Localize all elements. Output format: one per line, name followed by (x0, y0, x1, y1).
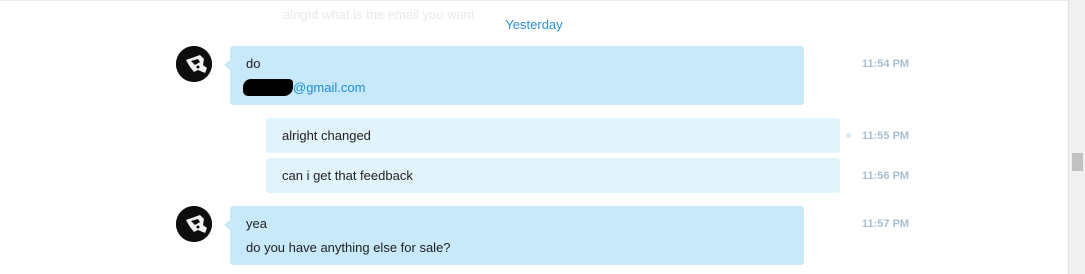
avatar[interactable] (176, 206, 212, 242)
vertical-scrollbar[interactable] (1068, 0, 1085, 274)
message-timestamp: 11:55 PM (862, 130, 910, 142)
avatar-icon (176, 46, 212, 82)
message-text: alright changed (282, 128, 371, 143)
sent-status-icon (846, 133, 851, 138)
message-bubble[interactable]: yea do you have anything else for sale? (224, 206, 804, 265)
message-bubble[interactable]: can i get that feedback (266, 158, 840, 193)
scrollbar-thumb[interactable] (1072, 153, 1083, 171)
message-bubble[interactable]: alright changed (266, 118, 840, 153)
email-link[interactable]: @gmail.com (293, 80, 365, 95)
message-text: yea (246, 216, 267, 231)
avatar-icon (176, 206, 212, 242)
message-text: do (246, 56, 261, 71)
date-separator: Yesterday (505, 17, 563, 32)
message-bubble[interactable]: do @gmail.com (224, 46, 804, 105)
top-divider (0, 0, 1068, 1)
avatar[interactable] (176, 46, 212, 82)
message-text: can i get that feedback (282, 168, 413, 183)
message-timestamp: 11:54 PM (862, 58, 910, 70)
chat-history[interactable]: alright what is the email you want Yeste… (0, 0, 1068, 274)
message-timestamp: 11:56 PM (862, 170, 910, 182)
message-timestamp: 11:57 PM (862, 218, 910, 230)
message-text: do you have anything else for sale? (246, 240, 451, 255)
redaction-mark (243, 79, 293, 96)
